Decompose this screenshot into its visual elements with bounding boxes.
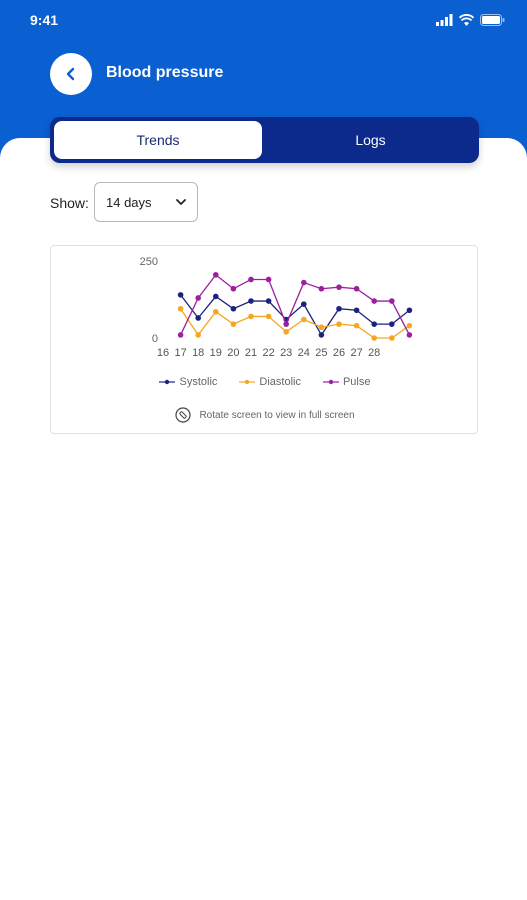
pulse-point xyxy=(371,298,378,304)
y-tick-label: 0 xyxy=(152,333,158,345)
page-title: Blood pressure xyxy=(106,64,224,81)
status-icons xyxy=(436,12,505,28)
chart-card: 0 250 16 17 18 19 20 21 22 23 24 25 26 27 28 Systolic … xyxy=(50,245,478,434)
legend-pulse: Pulse xyxy=(322,376,371,388)
legend-systolic: Systolic xyxy=(159,376,217,388)
legend-diastolic: Diastolic xyxy=(239,376,301,388)
signal-icon xyxy=(436,14,453,26)
wifi-icon xyxy=(459,14,474,26)
diastolic-point xyxy=(301,316,307,323)
period-select-value: 14 days xyxy=(106,195,152,210)
x-tick-label: 26 xyxy=(333,347,345,359)
y-tick-label: 250 xyxy=(140,256,158,268)
diastolic-legend-marker xyxy=(239,379,256,385)
diastolic-point xyxy=(336,321,342,327)
diastolic-point xyxy=(406,322,413,329)
diastolic-point xyxy=(230,321,237,327)
pulse-point xyxy=(406,332,413,338)
x-tick-label: 22 xyxy=(262,347,274,359)
x-tick-label: 25 xyxy=(315,347,327,359)
diastolic-point xyxy=(265,313,272,320)
pulse-point xyxy=(195,295,201,301)
systolic-point xyxy=(301,301,307,307)
status-time: 9:41 xyxy=(30,12,59,28)
systolic-point xyxy=(353,307,360,314)
rotate-hint-text: Rotate screen to view in full screen xyxy=(199,409,355,421)
pulse-point xyxy=(301,279,307,286)
x-tick-label: 20 xyxy=(227,347,239,359)
chevron-left-icon xyxy=(66,67,75,81)
systolic-point xyxy=(248,298,254,304)
diastolic-point xyxy=(283,329,289,335)
tab-trends[interactable]: Trends xyxy=(54,121,262,159)
diastolic-point xyxy=(371,335,378,341)
battery-icon xyxy=(480,14,505,26)
pulse-point xyxy=(265,276,272,283)
systolic-point xyxy=(230,305,237,312)
pulse-legend-marker xyxy=(322,379,339,385)
pulse-point xyxy=(389,298,395,304)
legend-pulse-label: Pulse xyxy=(342,376,371,388)
diastolic-point xyxy=(318,324,325,331)
x-tick-label: 24 xyxy=(298,347,310,359)
systolic-point xyxy=(195,315,201,321)
pulse-point xyxy=(353,285,360,292)
diastolic-point xyxy=(177,305,184,312)
x-tick-label: 21 xyxy=(245,347,257,359)
x-tick-label: 19 xyxy=(210,347,222,359)
x-tick-label: 18 xyxy=(192,347,204,359)
x-tick-label: 16 xyxy=(157,347,169,359)
x-tick-label: 23 xyxy=(280,347,292,359)
x-tick-label: 17 xyxy=(174,347,186,359)
systolic-point xyxy=(177,292,184,298)
pulse-point xyxy=(177,332,184,338)
systolic-point xyxy=(406,307,413,314)
back-button[interactable] xyxy=(50,53,92,95)
pulse-point xyxy=(248,276,254,283)
pulse-point xyxy=(283,321,289,327)
pulse-point xyxy=(336,284,342,290)
systolic-point xyxy=(371,321,378,327)
view-tabs: Trends Logs xyxy=(50,117,479,163)
period-select[interactable]: 14 days xyxy=(94,182,198,222)
diastolic-point xyxy=(353,322,360,329)
chart-legend: Systolic Diastolic Pulse xyxy=(51,376,479,388)
diastolic-point xyxy=(195,332,201,338)
tab-logs[interactable]: Logs xyxy=(266,121,475,159)
systolic-point xyxy=(336,305,342,312)
show-label: Show: xyxy=(50,195,89,211)
rotate-screen-icon xyxy=(175,407,192,423)
trend-chart: 0 250 16 17 18 19 20 21 22 23 24 25 26 27 28 xyxy=(140,256,413,359)
diastolic-point xyxy=(389,335,395,341)
systolic-point xyxy=(389,321,395,327)
pulse-point xyxy=(230,285,237,292)
systolic-point xyxy=(213,293,219,300)
x-tick-label: 27 xyxy=(350,347,362,359)
systolic-point xyxy=(265,298,272,304)
systolic-point xyxy=(318,332,325,338)
x-tick-label: 28 xyxy=(368,347,380,359)
chevron-down-icon xyxy=(176,199,186,205)
pulse-point xyxy=(318,285,325,292)
legend-diastolic-label: Diastolic xyxy=(259,376,301,388)
systolic-legend-marker xyxy=(159,379,176,385)
pulse-point xyxy=(213,272,219,278)
diastolic-point xyxy=(213,309,219,315)
rotate-hint: Rotate screen to view in full screen xyxy=(51,407,479,423)
diastolic-point xyxy=(248,313,254,320)
legend-systolic-label: Systolic xyxy=(179,376,218,388)
